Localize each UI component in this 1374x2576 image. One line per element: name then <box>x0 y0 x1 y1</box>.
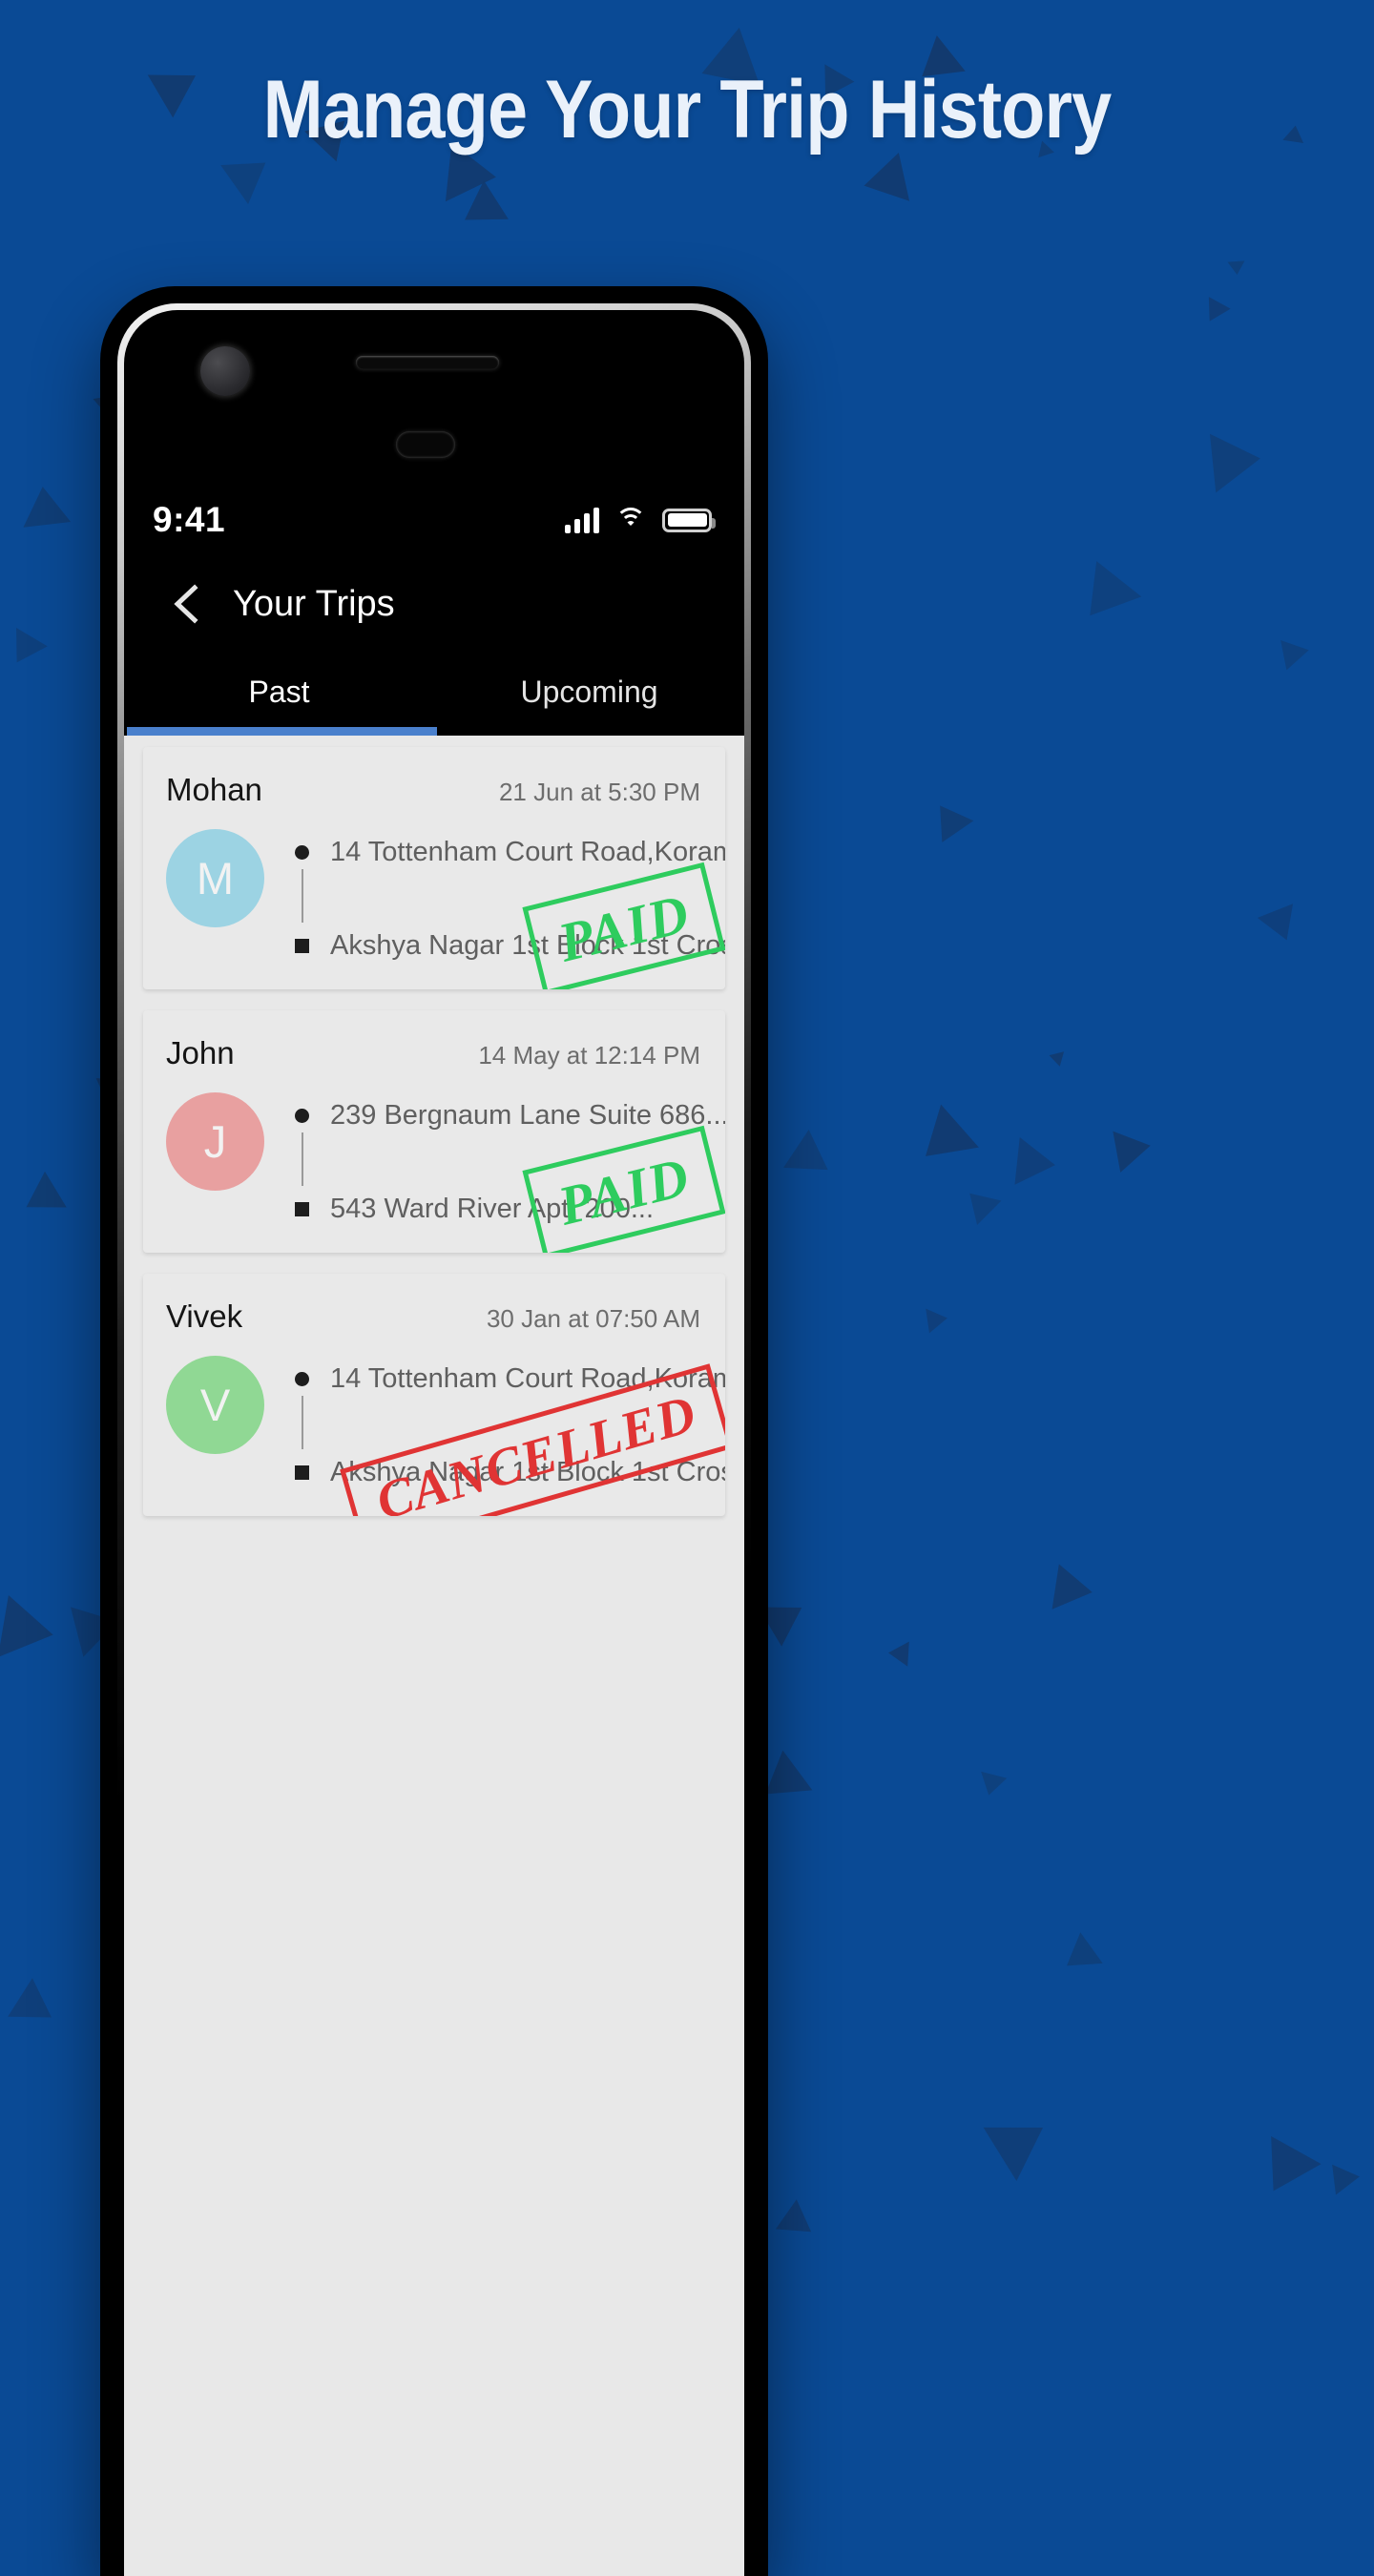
triangle-shape <box>1068 561 1142 634</box>
pickup-dot-icon <box>295 1108 309 1123</box>
trip-card[interactable]: John 14 May at 12:14 PM J 239 Bergnaum Lane… <box>143 1010 725 1253</box>
route-connector-line <box>302 1132 303 1186</box>
avatar: M <box>166 829 264 927</box>
trip-card-header: John 14 May at 12:14 PM <box>166 1035 700 1071</box>
trip-dropoff-row: Akshya Nagar 1st Block 1st Cross... <box>295 926 725 965</box>
trip-card[interactable]: Vivek 30 Jan at 07:50 AM V 14 Tottenham Cou… <box>143 1274 725 1516</box>
trip-passenger-name: Vivek <box>166 1298 243 1334</box>
pickup-dot-icon <box>295 844 309 860</box>
tab-past[interactable]: Past <box>124 648 434 736</box>
triangle-shape <box>1332 2161 1362 2195</box>
trip-card-header: Mohan 21 Jun at 5:30 PM <box>166 772 700 808</box>
trip-card-body: M 14 Tottenham Court Road,Korama... Akshya… <box>166 829 725 965</box>
triangle-shape <box>924 795 973 842</box>
tab-active-indicator <box>127 727 437 736</box>
triangle-shape <box>926 1305 949 1334</box>
triangle-shape <box>18 484 71 529</box>
trip-card[interactable]: Mohan 21 Jun at 5:30 PM M 14 Tottenham Cour… <box>143 747 725 989</box>
triangle-shape <box>906 1104 979 1178</box>
route-connector-line <box>302 1396 303 1449</box>
triangle-shape <box>7 1978 64 2037</box>
triangle-shape <box>886 1640 909 1667</box>
wifi-icon <box>614 508 647 532</box>
trip-dropoff-row: 543 Ward River Apt. 200... <box>295 1190 725 1228</box>
triangle-shape <box>1049 1051 1068 1070</box>
triangle-shape <box>1248 2136 1322 2206</box>
nav-bar: Your Trips <box>124 560 744 648</box>
trip-pickup-row: 14 Tottenham Court Road,Korama... <box>295 833 725 871</box>
pickup-dot-icon <box>295 1371 309 1386</box>
page-title: Your Trips <box>233 583 395 624</box>
back-button[interactable] <box>160 578 212 630</box>
avatar: V <box>166 1356 264 1454</box>
front-camera-icon <box>200 346 250 396</box>
tab-bar: Past Upcoming <box>124 648 744 736</box>
promo-title: Manage Your Trip History <box>262 64 1113 156</box>
triangle-shape <box>0 1595 58 1667</box>
trip-passenger-name: John <box>166 1035 235 1070</box>
earpiece-speaker-icon <box>356 356 499 369</box>
avatar: J <box>166 1092 264 1191</box>
trip-route: 14 Tottenham Court Road,Korama... Akshya … <box>295 829 725 965</box>
trip-pickup-row: 239 Bergnaum Lane Suite 686... <box>295 1096 725 1134</box>
triangle-shape <box>1227 260 1246 276</box>
trip-route: 239 Bergnaum Lane Suite 686... 543 Ward R… <box>295 1092 725 1228</box>
tab-upcoming[interactable]: Upcoming <box>434 648 744 736</box>
triangle-shape <box>776 2198 822 2247</box>
status-bar: 9:41 <box>124 480 744 560</box>
route-connector-line <box>302 869 303 923</box>
trip-dropoff-address: Akshya Nagar 1st Block 1st Cross... <box>330 1456 725 1487</box>
triangle-shape <box>983 2100 1060 2181</box>
trip-route: 14 Tottenham Court Road,Korama... Akshya … <box>295 1356 725 1491</box>
trip-passenger-name: Mohan <box>166 772 262 807</box>
phone-body: 9:41 Your Trips Past Upcoming Mohan 21 J… <box>124 310 744 2576</box>
triangle-shape <box>1198 297 1231 328</box>
chevron-left-icon <box>174 584 198 624</box>
triangle-shape <box>975 1771 1007 1798</box>
dropoff-square-icon <box>295 1201 309 1216</box>
dropoff-square-icon <box>295 1465 309 1480</box>
status-icons <box>565 507 716 533</box>
trip-dropoff-address: 543 Ward River Apt. 200... <box>330 1193 655 1224</box>
phone-mockup: 9:41 Your Trips Past Upcoming Mohan 21 J… <box>100 286 768 2576</box>
status-time: 9:41 <box>153 500 226 539</box>
trip-datetime: 21 Jun at 5:30 PM <box>498 778 700 806</box>
trip-list[interactable]: Mohan 21 Jun at 5:30 PM M 14 Tottenham Cour… <box>124 736 744 2576</box>
triangle-shape <box>1280 634 1312 671</box>
trip-dropoff-row: Akshya Nagar 1st Block 1st Cross... <box>295 1453 725 1491</box>
triangle-shape <box>1210 428 1264 493</box>
triangle-shape <box>1051 1564 1096 1615</box>
dropoff-square-icon <box>295 938 309 953</box>
trip-pickup-address: 14 Tottenham Court Road,Korama... <box>330 1362 725 1394</box>
trip-card-body: V 14 Tottenham Court Road,Korama... Akshya… <box>166 1356 725 1491</box>
trip-card-body: J 239 Bergnaum Lane Suite 686... 543 Ward … <box>166 1092 725 1228</box>
trip-pickup-row: 14 Tottenham Court Road,Korama... <box>295 1360 725 1398</box>
triangle-shape <box>1055 1932 1103 1982</box>
proximity-sensor-icon <box>396 431 455 458</box>
signal-bars-icon <box>565 507 599 533</box>
triangle-shape <box>1014 1136 1058 1189</box>
triangle-shape <box>1 627 49 672</box>
trip-pickup-address: 239 Bergnaum Lane Suite 686... <box>330 1099 725 1131</box>
triangle-shape <box>1113 1125 1155 1174</box>
triangle-shape <box>15 1171 67 1226</box>
trip-pickup-address: 14 Tottenham Court Road,Korama... <box>330 836 725 867</box>
trip-card-header: Vivek 30 Jan at 07:50 AM <box>166 1298 700 1335</box>
triangle-shape <box>782 1130 841 1190</box>
trip-dropoff-address: Akshya Nagar 1st Block 1st Cross... <box>330 929 725 961</box>
triangle-shape <box>957 1180 1002 1225</box>
battery-full-icon <box>662 508 716 532</box>
triangle-shape <box>858 152 910 211</box>
app-screen: 9:41 Your Trips Past Upcoming Mohan 21 J… <box>124 480 744 2576</box>
triangle-shape <box>1257 904 1304 947</box>
trip-datetime: 14 May at 12:14 PM <box>478 1041 700 1070</box>
trip-datetime: 30 Jan at 07:50 AM <box>486 1304 700 1333</box>
